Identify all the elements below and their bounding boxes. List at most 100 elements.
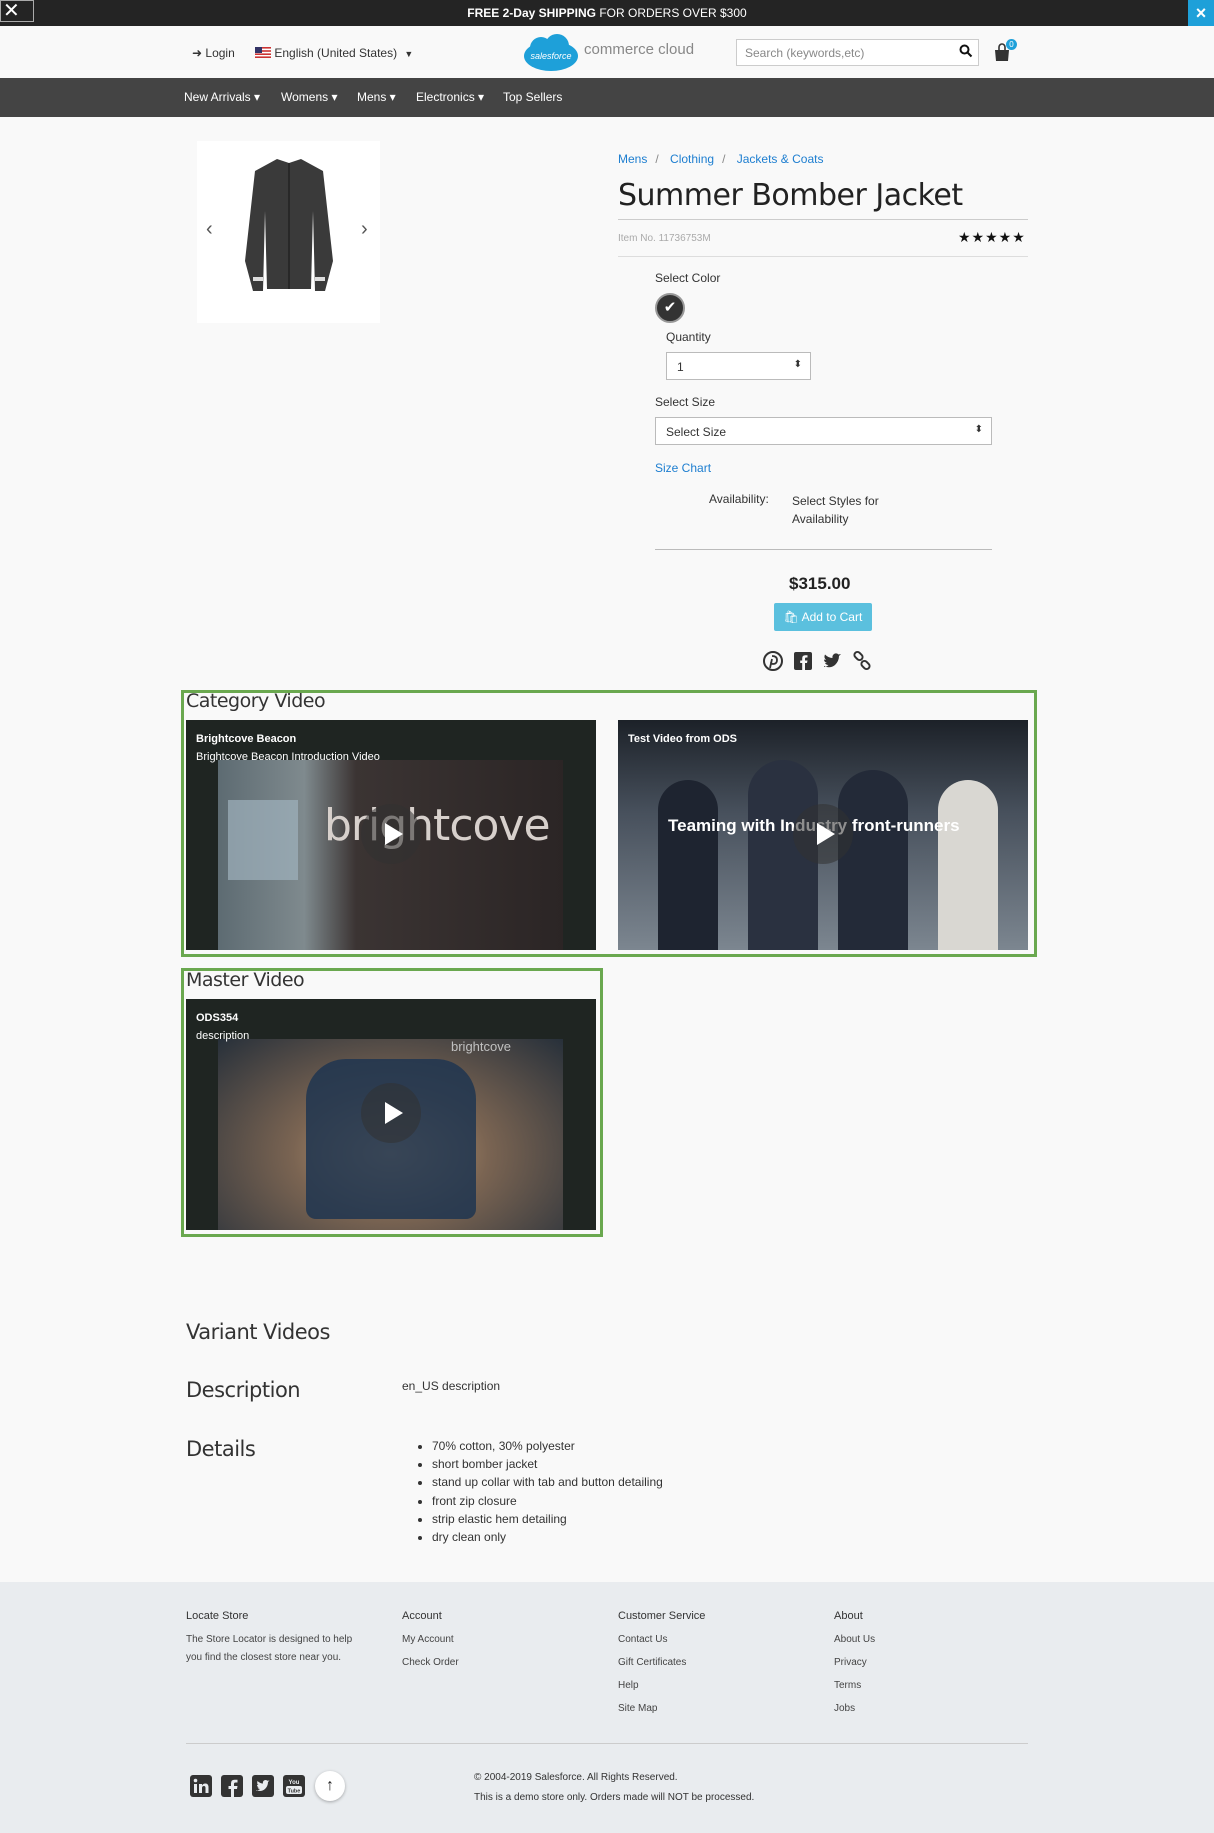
- nav-new-arrivals[interactable]: New Arrivals ▾: [184, 90, 260, 104]
- select-arrows-icon: ⬍: [793, 359, 802, 370]
- add-to-cart-button[interactable]: 🛍 Add to Cart: [774, 603, 872, 631]
- facebook-icon[interactable]: [220, 1774, 244, 1798]
- youtube-icon[interactable]: You Tube: [282, 1774, 306, 1798]
- play-icon[interactable]: [793, 804, 853, 864]
- footer-site-map[interactable]: Site Map: [618, 1703, 657, 1714]
- cart-count-badge: 0: [1006, 39, 1017, 50]
- footer-account: Account: [402, 1610, 442, 1622]
- video-title: Test Video from ODS: [628, 733, 738, 745]
- promo-banner: FREE 2-Day SHIPPING FOR ORDERS OVER $300…: [0, 0, 1214, 26]
- breadcrumb-mens[interactable]: Mens: [618, 152, 647, 166]
- login-link[interactable]: ➜ Login: [192, 46, 235, 60]
- search-icon[interactable]: [959, 44, 973, 58]
- video-subtitle: description: [196, 1030, 250, 1042]
- arrow-up-icon: ↑: [326, 1777, 334, 1794]
- list-item: strip elastic hem detailing: [432, 1510, 663, 1528]
- nav-mens[interactable]: Mens ▾: [357, 90, 396, 104]
- footer-about-us[interactable]: About Us: [834, 1634, 875, 1645]
- rating-stars: ★★★★★: [958, 229, 1026, 245]
- availability-value: Select Styles for Availability: [792, 494, 879, 526]
- details-title: Details: [186, 1437, 256, 1461]
- nav-womens[interactable]: Womens ▾: [281, 90, 338, 104]
- svg-text:You: You: [289, 1780, 300, 1786]
- logo-text: commerce cloud: [584, 41, 695, 58]
- copyright: © 2004-2019 Salesforce. All Rights Reser…: [474, 1772, 678, 1783]
- nav-electronics[interactable]: Electronics ▾: [416, 90, 484, 104]
- cart-button[interactable]: 0: [992, 39, 1017, 65]
- play-icon[interactable]: [361, 1083, 421, 1143]
- video-title: Brightcove Beacon: [196, 733, 297, 745]
- main-nav: New Arrivals ▾ Womens ▾ Mens ▾ Electroni…: [0, 78, 1214, 117]
- list-item: stand up collar with tab and button deta…: [432, 1473, 663, 1491]
- linkedin-icon[interactable]: [189, 1774, 213, 1798]
- site-header: ➜ Login English (United States) ▼ salesf…: [0, 26, 1214, 78]
- list-item: front zip closure: [432, 1492, 663, 1510]
- chevron-left-icon[interactable]: ‹: [206, 218, 213, 241]
- size-select[interactable]: Select Size ⬍: [655, 417, 992, 445]
- search-input[interactable]: Search (keywords,etc): [736, 39, 979, 66]
- video-player-master[interactable]: brightcove ODS354 description: [186, 999, 596, 1230]
- play-icon[interactable]: [361, 804, 421, 864]
- footer-gift-certificates[interactable]: Gift Certificates: [618, 1657, 686, 1668]
- video-subtitle: Brightcove Beacon Introduction Video: [196, 751, 380, 763]
- locale-selector[interactable]: English (United States) ▼: [255, 46, 413, 60]
- footer-locate-text-1: The Store Locator is designed to help: [186, 1634, 353, 1645]
- availability-label: Availability:: [709, 492, 769, 506]
- footer-jobs[interactable]: Jobs: [834, 1703, 855, 1714]
- footer-locate-store[interactable]: Locate Store: [186, 1610, 248, 1622]
- description-text: en_US description: [402, 1379, 501, 1393]
- divider: [186, 1743, 1028, 1744]
- description-title: Description: [186, 1378, 301, 1402]
- price: $315.00: [789, 574, 851, 593]
- svg-text:salesforce: salesforce: [530, 51, 571, 61]
- color-swatch[interactable]: ✔: [655, 293, 685, 323]
- pinterest-icon[interactable]: [762, 650, 784, 672]
- quantity-select[interactable]: 1 ⬍: [666, 352, 811, 380]
- list-item: dry clean only: [432, 1528, 663, 1546]
- check-icon: ✔: [663, 299, 677, 316]
- salesforce-logo[interactable]: salesforce: [521, 34, 581, 74]
- nav-top-sellers[interactable]: Top Sellers: [503, 90, 562, 104]
- video-overlay-text: brightcove: [324, 800, 551, 851]
- divider: [618, 219, 1028, 220]
- jacket-image: [245, 159, 333, 291]
- breadcrumb-jackets[interactable]: Jackets & Coats: [737, 152, 824, 166]
- video-player-ods[interactable]: Teaming with Industry front-runners Test…: [618, 720, 1028, 950]
- select-size-label: Select Size: [655, 395, 716, 409]
- site-footer: Locate Store The Store Locator is design…: [0, 1582, 1214, 1833]
- quantity-label: Quantity: [666, 330, 711, 344]
- twitter-icon[interactable]: [821, 650, 843, 672]
- master-video-title: Master Video: [186, 969, 305, 991]
- breadcrumb-clothing[interactable]: Clothing: [670, 152, 714, 166]
- chevron-right-icon[interactable]: ›: [361, 218, 368, 241]
- details-list: 70% cotton, 30% polyester short bomber j…: [402, 1437, 663, 1546]
- footer-privacy[interactable]: Privacy: [834, 1657, 867, 1668]
- caret-down-icon: ▼: [404, 49, 414, 59]
- size-chart-link[interactable]: Size Chart: [655, 461, 711, 475]
- us-flag-icon: [255, 47, 271, 58]
- footer-my-account[interactable]: My Account: [402, 1634, 454, 1645]
- back-to-top-button[interactable]: ↑: [315, 1771, 345, 1801]
- svg-text:Tube: Tube: [288, 1789, 301, 1795]
- close-icon[interactable]: ×: [1188, 0, 1214, 26]
- variant-videos-title: Variant Videos: [186, 1320, 330, 1344]
- select-color-label: Select Color: [655, 271, 721, 285]
- shopping-bag-icon: 🛍: [783, 610, 799, 624]
- divider: [618, 256, 1028, 257]
- twitter-icon[interactable]: [251, 1774, 275, 1798]
- breadcrumb: Mens / Clothing / Jackets & Coats: [618, 152, 824, 166]
- link-icon[interactable]: [851, 650, 873, 672]
- facebook-icon[interactable]: [792, 650, 814, 672]
- video-player-brightcove[interactable]: brightcove Brightcove Beacon Brightcove …: [186, 720, 596, 950]
- footer-terms[interactable]: Terms: [834, 1680, 861, 1691]
- footer-customer-service: Customer Service: [618, 1610, 706, 1622]
- footer-check-order[interactable]: Check Order: [402, 1657, 459, 1668]
- footer-contact-us[interactable]: Contact Us: [618, 1634, 667, 1645]
- corner-close-icon[interactable]: ✕: [0, 0, 34, 22]
- list-item: 70% cotton, 30% polyester: [432, 1437, 663, 1455]
- divider: [655, 549, 992, 550]
- product-title: Summer Bomber Jacket: [618, 178, 963, 213]
- category-video-title: Category Video: [186, 690, 326, 712]
- footer-locate-text-2: you find the closest store near you.: [186, 1652, 342, 1663]
- footer-help[interactable]: Help: [618, 1680, 639, 1691]
